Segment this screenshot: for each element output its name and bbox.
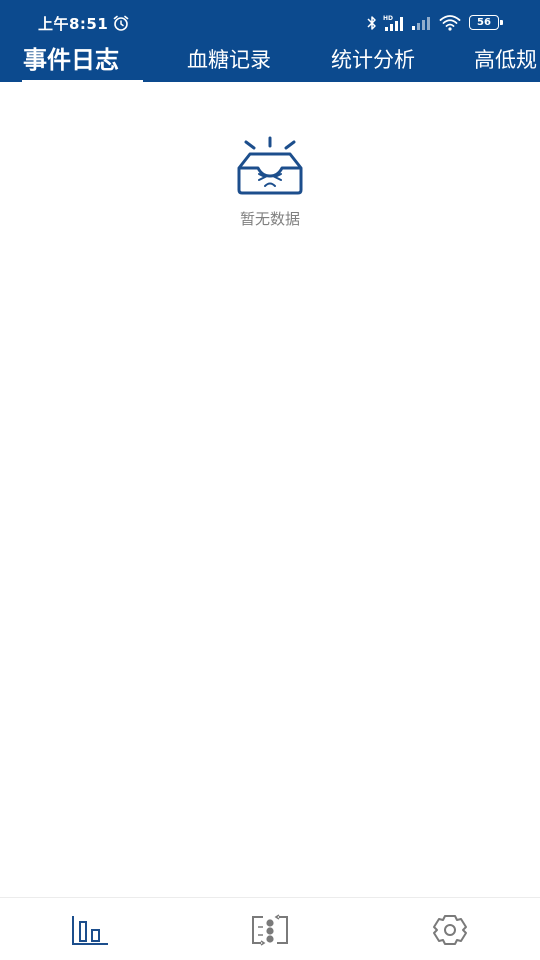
empty-inbox-icon — [237, 136, 303, 195]
status-bar: 上午8:51 HD 56 — [0, 0, 540, 44]
hd-signal-icon: HD — [383, 15, 403, 31]
tab-glucose-records[interactable]: 血糖记录 — [187, 44, 271, 82]
empty-state: 暂无数据 — [0, 132, 540, 229]
settings-gear-icon — [433, 914, 467, 945]
nav-item-transfer[interactable] — [180, 898, 360, 960]
bar-chart-icon — [72, 915, 108, 945]
bluetooth-icon — [367, 16, 376, 30]
battery-level: 56 — [477, 17, 491, 28]
tab-statistics[interactable]: 统计分析 — [331, 44, 415, 82]
header: 上午8:51 HD 56 事件日志 血糖记录 统计分析 高低规 — [0, 0, 540, 82]
tab-active-indicator — [22, 80, 143, 82]
status-time: 上午8:51 — [38, 15, 109, 33]
alarm-clock-icon — [113, 15, 129, 31]
tab-bar: 事件日志 血糖记录 统计分析 高低规 — [0, 44, 540, 82]
svg-text:HD: HD — [383, 15, 393, 22]
nav-item-statistics[interactable] — [0, 898, 180, 960]
battery-indicator: 56 — [469, 15, 503, 30]
bottom-nav — [0, 897, 540, 960]
tab-high-low-rules[interactable]: 高低规 — [474, 44, 537, 82]
empty-message: 暂无数据 — [239, 210, 300, 228]
app-root: 上午8:51 HD 56 事件日志 血糖记录 统计分析 高低规 暂无数据 — [0, 0, 540, 960]
signal-icon — [412, 17, 430, 30]
nav-item-settings[interactable] — [360, 898, 540, 960]
wifi-icon — [439, 15, 461, 31]
swap-transfer-icon — [252, 913, 288, 946]
tab-event-log[interactable]: 事件日志 — [23, 44, 119, 82]
